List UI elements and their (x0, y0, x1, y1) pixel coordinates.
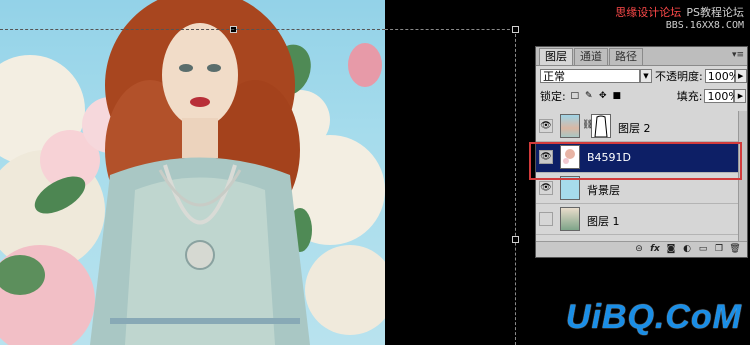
lock-label: 锁定: (540, 90, 566, 103)
document-canvas[interactable] (0, 0, 385, 345)
lock-image-icon[interactable]: ✎ (584, 91, 594, 101)
tab-layers[interactable]: 图层 (539, 48, 573, 65)
selection-highlight-box (529, 142, 742, 180)
watermark-site: 思缘设计论坛 (615, 6, 682, 19)
panel-menu-icon[interactable]: ▾≡ (732, 49, 744, 61)
lock-row: 锁定: □ ✎ ✥ ■ 填充: 100% ▶ (536, 86, 747, 106)
opacity-label: 不透明度: (655, 70, 703, 83)
new-layer-icon[interactable]: ❐ (713, 244, 725, 255)
fx-icon[interactable]: fx (649, 244, 661, 255)
link-layers-icon[interactable]: ⊝ (633, 244, 645, 255)
transform-top-edge-left (0, 29, 385, 30)
lock-position-icon[interactable]: ✥ (598, 91, 608, 101)
mask-icon[interactable]: ◙ (665, 244, 677, 255)
watermark-forum: PS教程论坛 (686, 6, 744, 19)
panel-tabs: 图层 通道 路径 ▾≡ (536, 47, 747, 66)
folder-icon[interactable]: ▭ (697, 244, 709, 255)
fill-dropdown-icon[interactable]: ▶ (734, 89, 747, 103)
uibq-logo: UiBQ.CoM (565, 298, 742, 336)
layer-mask-thumbnail[interactable] (591, 114, 611, 138)
panel-footer: ⊝ fx ◙ ◐ ▭ ❐ 🗑 (536, 241, 747, 257)
layer-name: 图层 1 (587, 215, 620, 228)
layer-name: 背景层 (587, 184, 620, 197)
transform-right-edge (515, 29, 516, 345)
adjustment-icon[interactable]: ◐ (681, 244, 693, 255)
trash-icon[interactable]: 🗑 (729, 244, 741, 255)
transform-handle-right-mid[interactable] (512, 236, 519, 243)
lock-transparent-icon[interactable]: □ (570, 91, 580, 101)
eye-toggle-empty[interactable] (539, 212, 553, 226)
opacity-dropdown-icon[interactable]: ▶ (734, 69, 747, 83)
transform-top-edge (385, 29, 515, 30)
transform-handle-top-right[interactable] (512, 26, 519, 33)
fill-input[interactable]: 100% (704, 89, 739, 103)
canvas-artwork (0, 0, 385, 345)
layer-thumbnail (560, 114, 580, 138)
tab-paths[interactable]: 路径 (609, 48, 643, 65)
watermark-top: 思缘设计论坛 PS教程论坛 BBS.16XX8.COM (615, 4, 744, 32)
layer-name: 图层 2 (618, 122, 651, 135)
layer-thumbnail (560, 207, 580, 231)
lock-all-icon[interactable]: ■ (612, 91, 622, 101)
eye-icon[interactable]: 👁 (539, 119, 553, 133)
opacity-input[interactable]: 100% (704, 69, 739, 83)
blend-row: 正常 ▼ 不透明度: 100% ▶ (536, 66, 747, 86)
blend-mode-select[interactable]: 正常 (540, 69, 640, 83)
watermark-bbs: BBS.16XX8.COM (665, 20, 744, 31)
tab-channels[interactable]: 通道 (574, 48, 608, 65)
eye-icon[interactable]: 👁 (539, 181, 553, 195)
fill-label: 填充: (676, 90, 703, 103)
layer-row[interactable]: 图层 1 (536, 204, 741, 235)
layer-row[interactable]: 👁 ⛓ 图层 2 (536, 111, 741, 142)
blend-mode-dropdown-icon[interactable]: ▼ (640, 69, 652, 83)
